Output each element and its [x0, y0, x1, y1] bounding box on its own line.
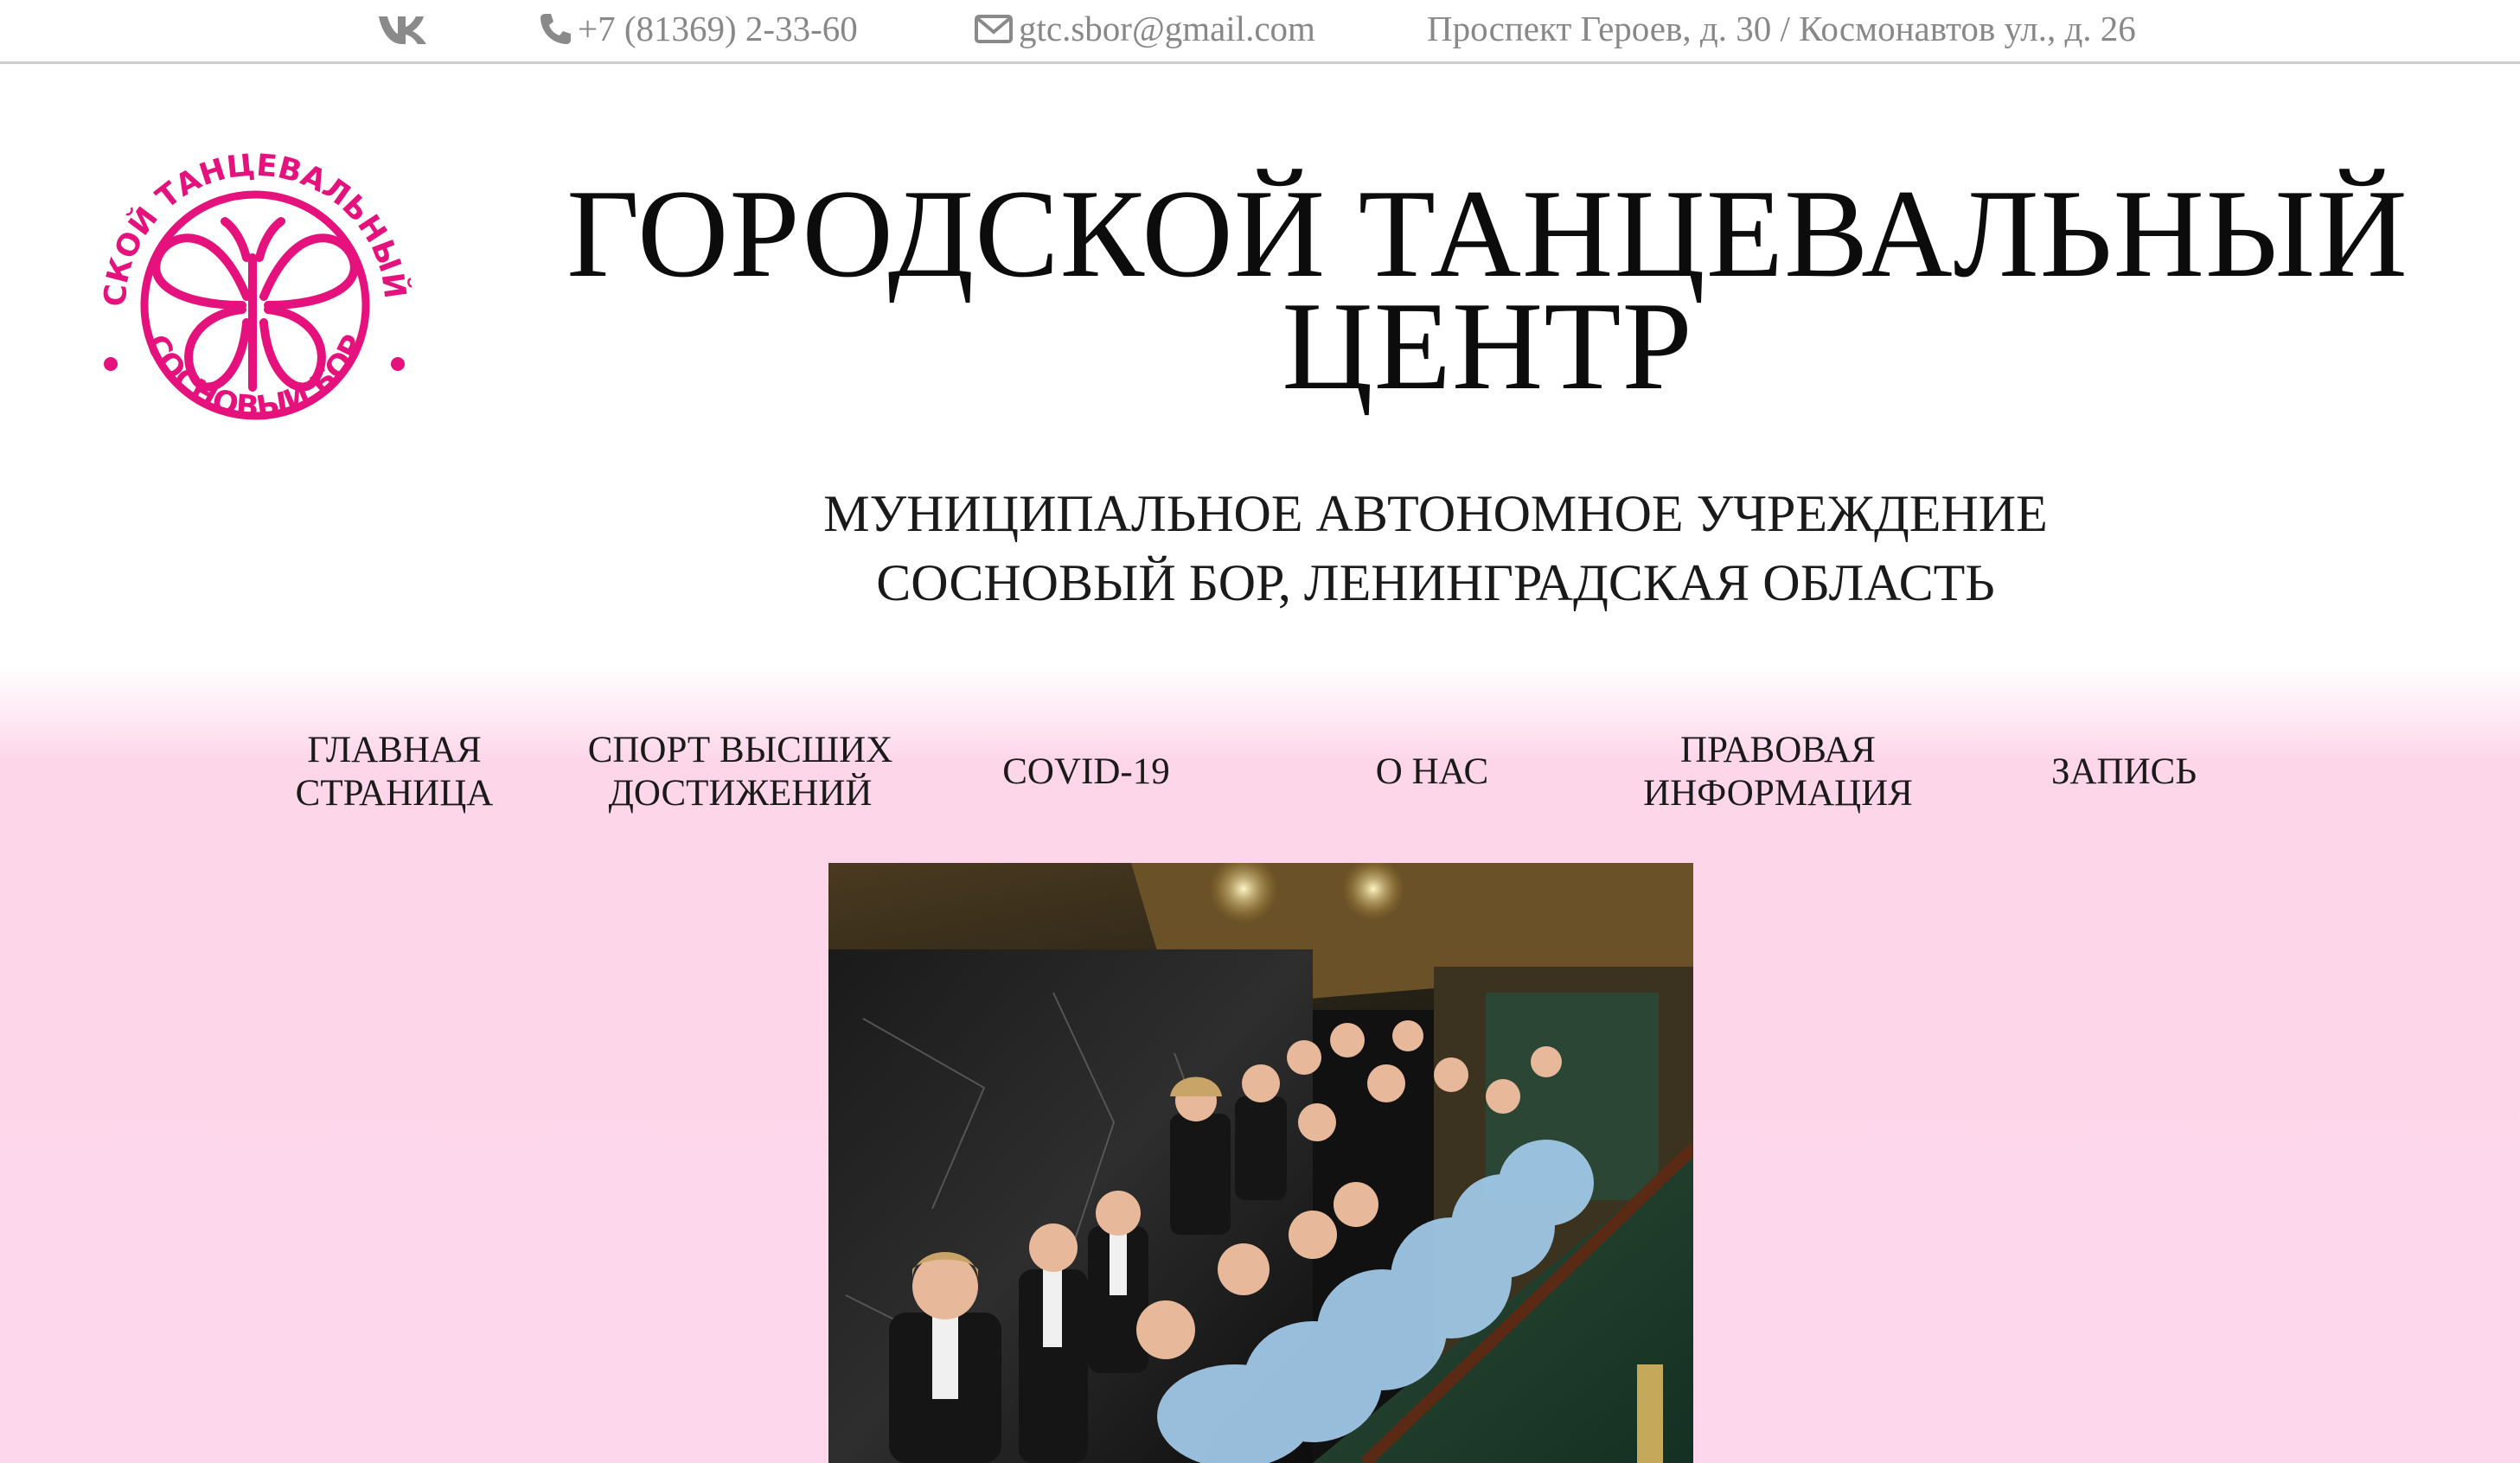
email-contact[interactable]: gtc.sbor@gmail.com — [974, 0, 1315, 57]
phone-icon — [538, 11, 572, 46]
vk-link[interactable] — [377, 0, 434, 57]
butterfly-icon — [151, 217, 359, 392]
site-title: ГОРОДСКОЙ ТАНЦЕВАЛЬНЫЙ ЦЕНТР — [536, 170, 2439, 409]
contact-bar: +7 (81369) 2-33-60 gtc.sbor@gmail.com Пр… — [0, 0, 2520, 64]
nav-label: СПОРТ ВЫСШИХ — [587, 730, 893, 770]
nav-label: ИНФОРМАЦИЯ — [1643, 773, 1913, 814]
site-logo[interactable]: ГОРОДСКОЙ ТАНЦЕВАЛЬНЫЙ ЦЕНТР СОСНОВЫЙ БО… — [55, 93, 441, 491]
group-photo — [828, 863, 1693, 1463]
phone-number[interactable]: +7 (81369) 2-33-60 — [578, 8, 858, 49]
nav-label: COVID-19 — [1002, 751, 1170, 792]
main-nav: ГЛАВНАЯ СТРАНИЦА СПОРТ ВЫСШИХ ДОСТИЖЕНИЙ C… — [221, 725, 2297, 820]
nav-label: О НАС — [1375, 751, 1489, 792]
nav-item-signup[interactable]: ЗАПИСЬ — [1951, 725, 2297, 820]
phone-contact[interactable]: +7 (81369) 2-33-60 — [538, 0, 858, 57]
site-subtitle: МУНИЦИПАЛЬНОЕ АВТОНОМНОЕ УЧРЕЖДЕНИЕ СОСН… — [536, 479, 2335, 617]
site-title-line2: ЦЕНТР — [1282, 276, 1693, 416]
nav-label: ЗАПИСЬ — [2050, 751, 2197, 792]
envelope-icon — [974, 11, 1014, 46]
vk-icon — [377, 11, 429, 46]
nav-label: ПРАВОВАЯ — [1680, 730, 1876, 770]
nav-item-home[interactable]: ГЛАВНАЯ СТРАНИЦА — [221, 725, 567, 820]
nav-item-legal[interactable]: ПРАВОВАЯ ИНФОРМАЦИЯ — [1605, 725, 1951, 820]
nav-label: СТРАНИЦА — [295, 773, 494, 814]
nav-label: ДОСТИЖЕНИЙ — [608, 773, 873, 814]
subtitle-line1: МУНИЦИПАЛЬНОЕ АВТОНОМНОЕ УЧРЕЖДЕНИЕ — [823, 485, 2048, 542]
email-address[interactable]: gtc.sbor@gmail.com — [1019, 8, 1315, 49]
nav-label: ГЛАВНАЯ — [307, 730, 482, 770]
nav-item-covid[interactable]: COVID-19 — [913, 725, 1259, 820]
address-label: Проспект Героев, д. 30 / Космонавтов ул.… — [1427, 9, 2136, 48]
subtitle-line2: СОСНОВЫЙ БОР, ЛЕНИНГРАДСКАЯ ОБЛАСТЬ — [876, 554, 1995, 611]
nav-item-sport[interactable]: СПОРТ ВЫСШИХ ДОСТИЖЕНИЙ — [567, 725, 913, 820]
address-text: Проспект Героев, д. 30 / Космонавтов ул.… — [1427, 0, 2136, 57]
nav-item-about[interactable]: О НАС — [1259, 725, 1605, 820]
